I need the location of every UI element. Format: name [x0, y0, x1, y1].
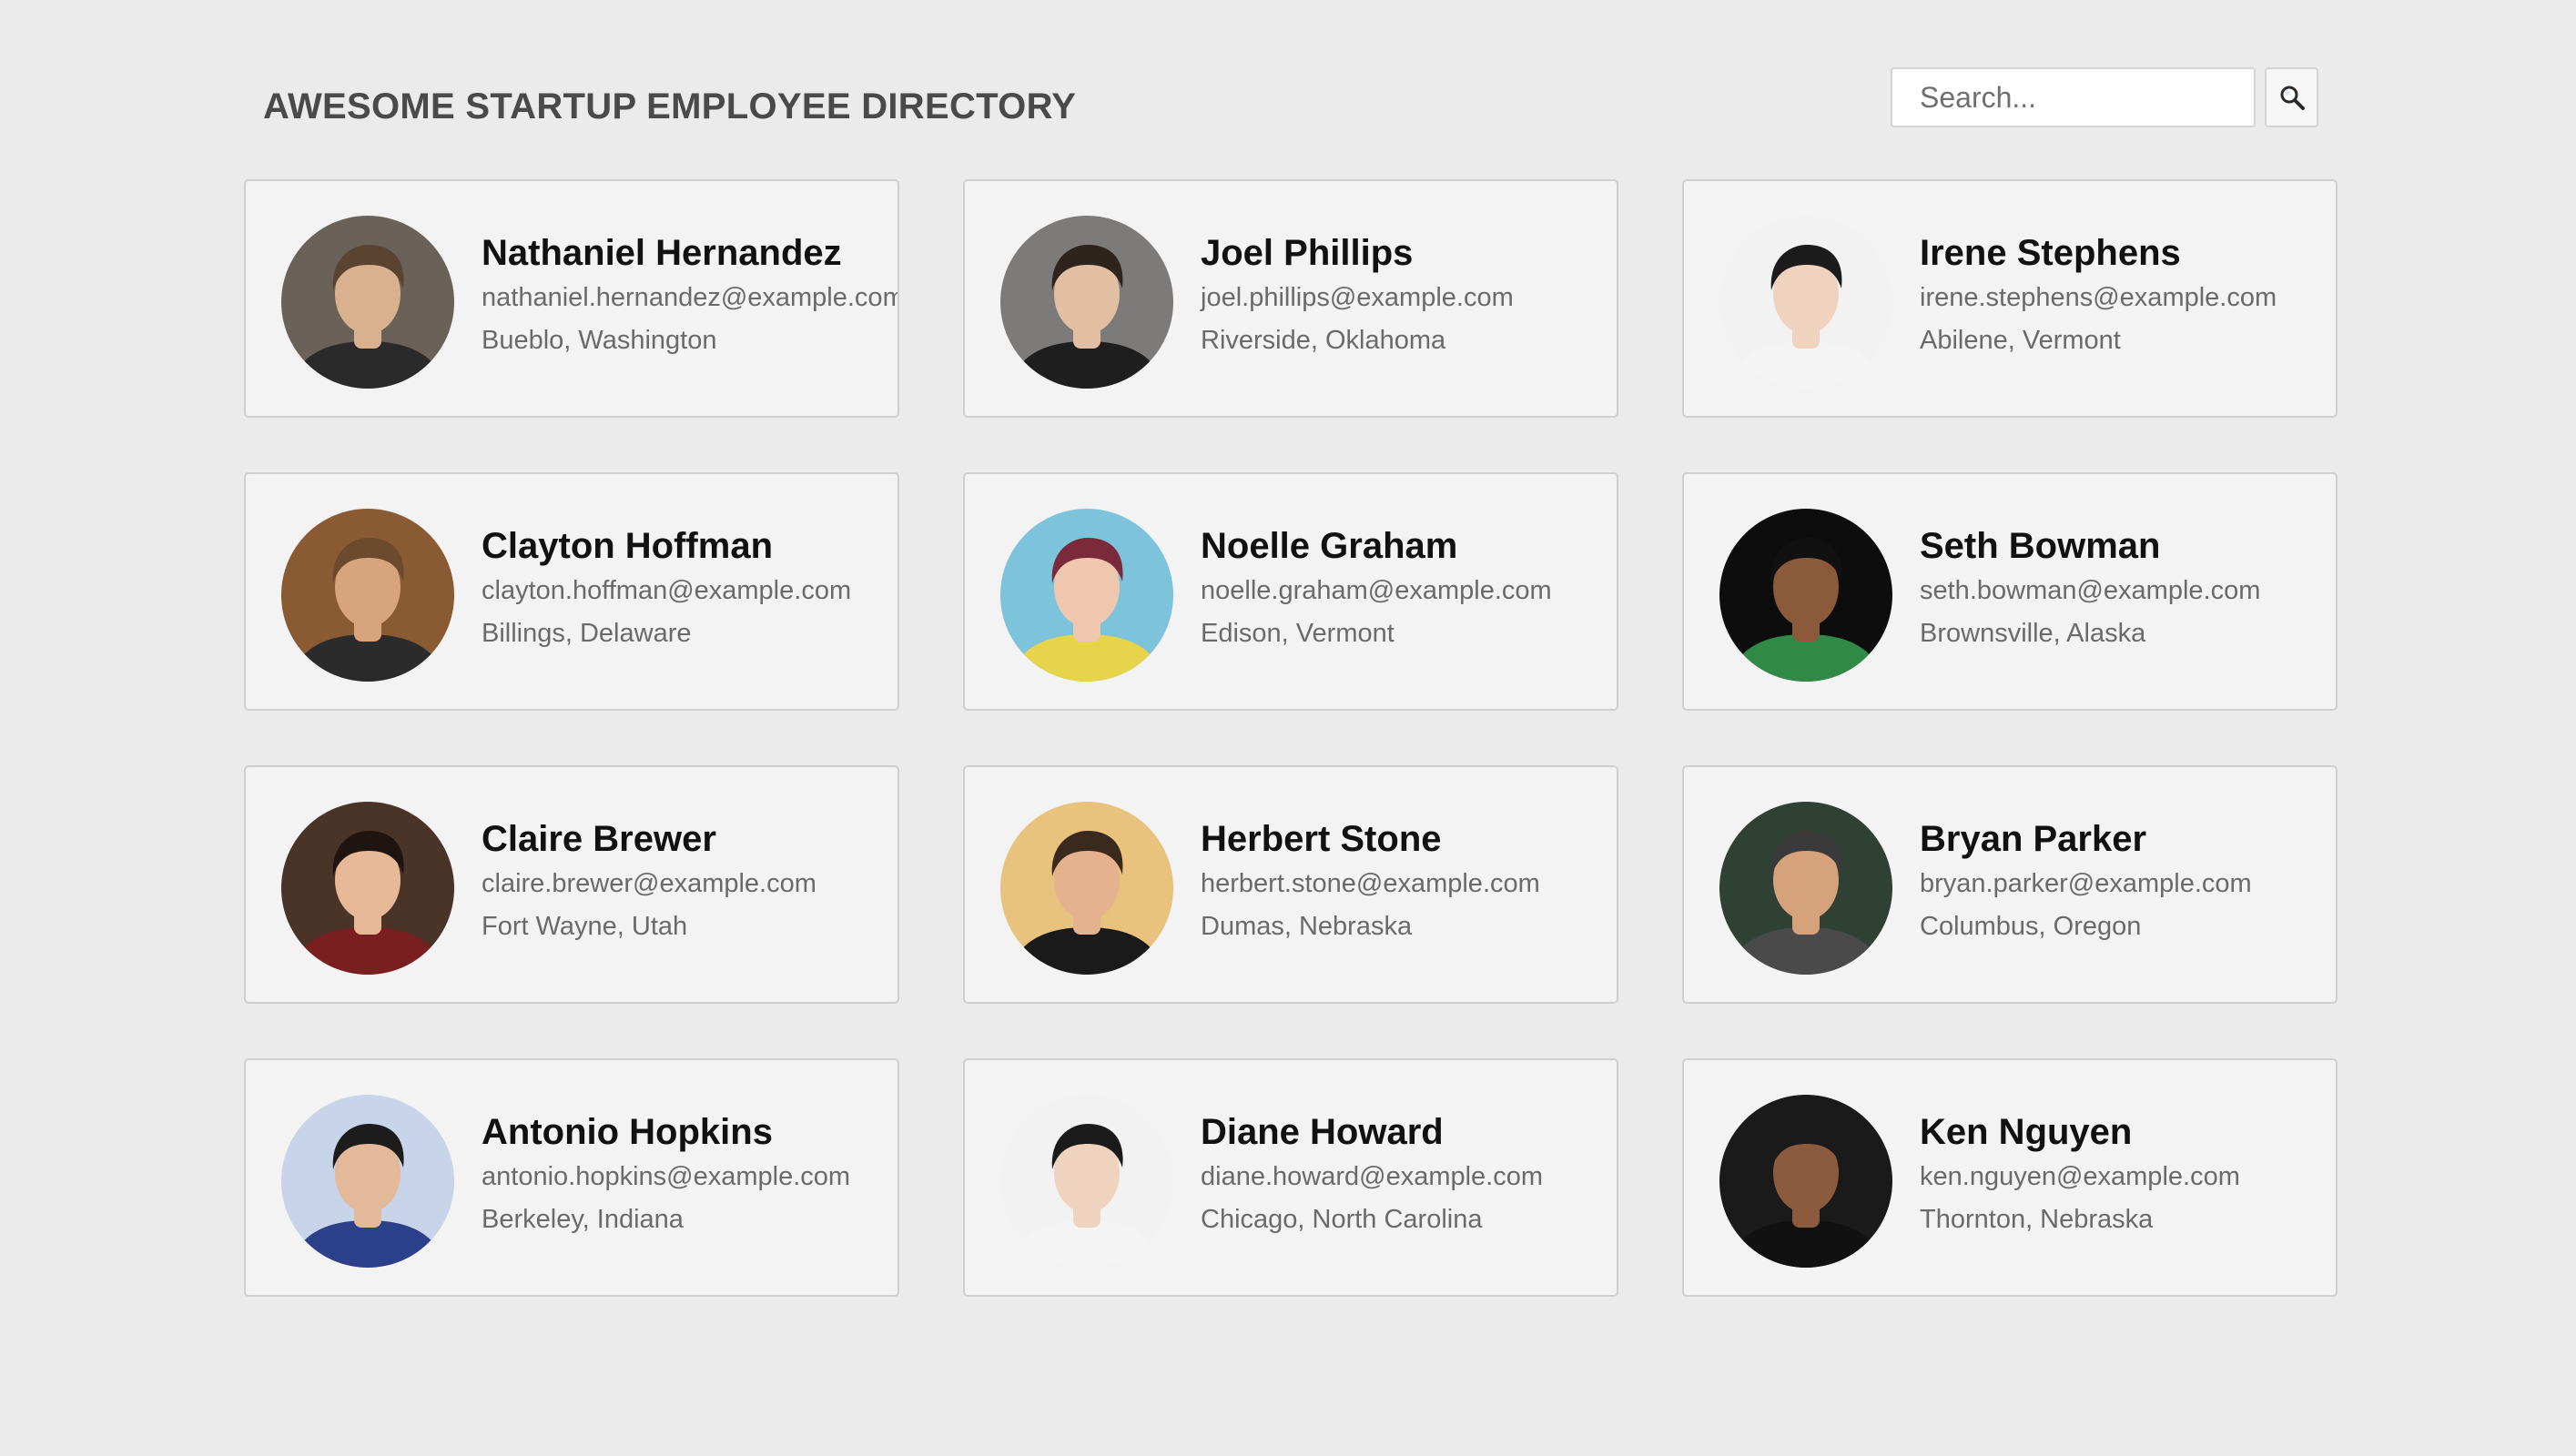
- employee-avatar: [1719, 1095, 1892, 1268]
- avatar-photo: [1719, 1095, 1892, 1268]
- employee-email: irene.stephens@example.com: [1920, 283, 2277, 312]
- employee-card[interactable]: Herbert Stone herbert.stone@example.com …: [963, 765, 1618, 1004]
- employee-card[interactable]: Diane Howard diane.howard@example.com Ch…: [963, 1058, 1618, 1297]
- employee-avatar: [281, 802, 454, 975]
- employee-info: Clayton Hoffman clayton.hoffman@example.…: [482, 523, 898, 652]
- employee-location: Bueblo, Washington: [482, 326, 717, 355]
- employee-email: seth.bowman@example.com: [1920, 576, 2261, 605]
- employee-avatar: [1719, 802, 1892, 975]
- employee-location: Brownsville, Alaska: [1920, 619, 2146, 648]
- employee-location: Billings, Delaware: [482, 619, 692, 648]
- employee-info: Nathaniel Hernandez nathaniel.hernandez@…: [482, 230, 898, 359]
- employee-info: Ken Nguyen ken.nguyen@example.com Thornt…: [1920, 1109, 2336, 1238]
- employee-avatar: [1000, 216, 1173, 389]
- employee-info: Diane Howard diane.howard@example.com Ch…: [1201, 1109, 1617, 1238]
- employee-email: bryan.parker@example.com: [1920, 869, 2252, 898]
- employee-name: Antonio Hopkins: [482, 1112, 773, 1152]
- employee-name: Bryan Parker: [1920, 819, 2147, 859]
- avatar-photo: [1719, 509, 1892, 682]
- employee-name: Joel Phillips: [1201, 233, 1414, 273]
- employee-location: Dumas, Nebraska: [1201, 912, 1413, 941]
- employee-location: Edison, Vermont: [1201, 619, 1394, 648]
- employee-directory-page: AWESOME STARTUP EMPLOYEE DIRECTORY Natha…: [0, 0, 2576, 1456]
- employee-card[interactable]: Noelle Graham noelle.graham@example.com …: [963, 472, 1618, 711]
- employee-info: Herbert Stone herbert.stone@example.com …: [1201, 816, 1617, 945]
- employee-location: Abilene, Vermont: [1920, 326, 2121, 355]
- employee-name: Herbert Stone: [1201, 819, 1442, 859]
- employee-card[interactable]: Nathaniel Hernandez nathaniel.hernandez@…: [244, 179, 899, 418]
- employee-location: Columbus, Oregon: [1920, 912, 2142, 941]
- employee-avatar: [1000, 1095, 1173, 1268]
- employee-card[interactable]: Irene Stephens irene.stephens@example.co…: [1682, 179, 2338, 418]
- employee-name: Seth Bowman: [1920, 526, 2161, 566]
- magnifier-icon: [2280, 86, 2305, 110]
- employee-avatar: [1000, 509, 1173, 682]
- employee-name: Diane Howard: [1201, 1112, 1444, 1152]
- employee-card[interactable]: Joel Phillips joel.phillips@example.com …: [963, 179, 1618, 418]
- employee-name: Clayton Hoffman: [482, 526, 773, 566]
- avatar-photo: [281, 216, 454, 389]
- employee-email: clayton.hoffman@example.com: [482, 576, 852, 605]
- employee-avatar: [281, 1095, 454, 1268]
- search-input[interactable]: [1891, 67, 2256, 127]
- employee-info: Noelle Graham noelle.graham@example.com …: [1201, 523, 1617, 652]
- employee-card[interactable]: Clayton Hoffman clayton.hoffman@example.…: [244, 472, 899, 711]
- avatar-photo: [1719, 802, 1892, 975]
- employee-info: Bryan Parker bryan.parker@example.com Co…: [1920, 816, 2336, 945]
- employee-card[interactable]: Bryan Parker bryan.parker@example.com Co…: [1682, 765, 2338, 1004]
- avatar-photo: [1000, 802, 1173, 975]
- employee-name: Irene Stephens: [1920, 233, 2181, 273]
- employee-name: Ken Nguyen: [1920, 1112, 2133, 1152]
- employee-card[interactable]: Seth Bowman seth.bowman@example.com Brow…: [1682, 472, 2338, 711]
- employee-info: Antonio Hopkins antonio.hopkins@example.…: [482, 1109, 898, 1238]
- avatar-photo: [1000, 1095, 1173, 1268]
- employee-avatar: [1719, 509, 1892, 682]
- employee-info: Irene Stephens irene.stephens@example.co…: [1920, 230, 2336, 359]
- employee-email: antonio.hopkins@example.com: [482, 1162, 851, 1191]
- avatar-photo: [1000, 509, 1173, 682]
- employee-location: Chicago, North Carolina: [1201, 1205, 1483, 1234]
- employee-name: Claire Brewer: [482, 819, 716, 859]
- avatar-photo: [1719, 216, 1892, 389]
- employee-location: Berkeley, Indiana: [482, 1205, 684, 1234]
- employee-location: Thornton, Nebraska: [1920, 1205, 2154, 1234]
- employee-email: diane.howard@example.com: [1201, 1162, 1544, 1191]
- search-button[interactable]: [2265, 67, 2318, 127]
- employee-avatar: [281, 216, 454, 389]
- page-title: AWESOME STARTUP EMPLOYEE DIRECTORY: [263, 86, 1077, 126]
- avatar-photo: [281, 1095, 454, 1268]
- employee-email: ken.nguyen@example.com: [1920, 1162, 2240, 1191]
- employee-email: claire.brewer@example.com: [482, 869, 816, 898]
- employee-avatar: [1719, 216, 1892, 389]
- employee-card[interactable]: Claire Brewer claire.brewer@example.com …: [244, 765, 899, 1004]
- employee-info: Claire Brewer claire.brewer@example.com …: [482, 816, 898, 945]
- employee-card[interactable]: Antonio Hopkins antonio.hopkins@example.…: [244, 1058, 899, 1297]
- employee-email: noelle.graham@example.com: [1201, 576, 1552, 605]
- employee-location: Riverside, Oklahoma: [1201, 326, 1446, 355]
- employee-card[interactable]: Ken Nguyen ken.nguyen@example.com Thornt…: [1682, 1058, 2338, 1297]
- employee-info: Seth Bowman seth.bowman@example.com Brow…: [1920, 523, 2336, 652]
- avatar-photo: [281, 509, 454, 682]
- employee-info: Joel Phillips joel.phillips@example.com …: [1201, 230, 1617, 359]
- employee-location: Fort Wayne, Utah: [482, 912, 688, 941]
- employee-name: Nathaniel Hernandez: [482, 233, 842, 273]
- avatar-photo: [281, 802, 454, 975]
- employee-grid: Nathaniel Hernandez nathaniel.hernandez@…: [244, 179, 2338, 1297]
- employee-avatar: [281, 509, 454, 682]
- employee-email: herbert.stone@example.com: [1201, 869, 1540, 898]
- search-form: [1891, 67, 2318, 127]
- employee-email: nathaniel.hernandez@example.com: [482, 283, 899, 312]
- employee-email: joel.phillips@example.com: [1201, 283, 1514, 312]
- avatar-photo: [1000, 216, 1173, 389]
- employee-avatar: [1000, 802, 1173, 975]
- employee-name: Noelle Graham: [1201, 526, 1458, 566]
